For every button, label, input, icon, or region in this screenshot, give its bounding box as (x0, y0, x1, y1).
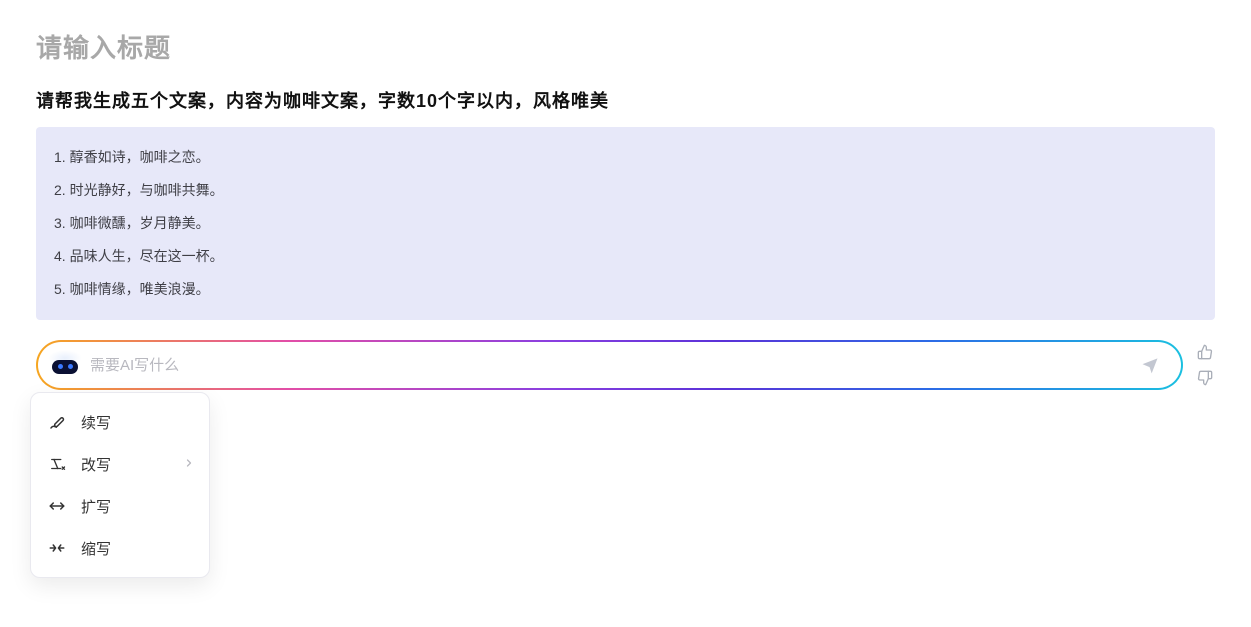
continue-write-icon (47, 412, 67, 432)
thumbs-up-icon (1197, 344, 1213, 360)
menu-label: 缩写 (81, 538, 111, 559)
title-input-placeholder[interactable]: 请输入标题 (36, 28, 1215, 65)
feedback-buttons (1197, 342, 1215, 388)
shorten-icon (47, 538, 67, 558)
send-icon (1140, 355, 1160, 375)
thumbs-up-button[interactable] (1197, 344, 1215, 362)
menu-label: 续写 (81, 412, 111, 433)
thumbs-down-icon (1197, 370, 1213, 386)
menu-label: 扩写 (81, 496, 111, 517)
chevron-right-icon (183, 456, 195, 473)
list-item: 4. 品味人生，尽在这一杯。 (54, 240, 1197, 273)
menu-label: 改写 (81, 454, 111, 475)
ai-input-container (36, 340, 1183, 390)
list-item: 1. 醇香如诗，咖啡之恋。 (54, 141, 1197, 174)
menu-item-rewrite[interactable]: 改写 (35, 443, 205, 485)
list-item: 3. 咖啡微醺，岁月静美。 (54, 207, 1197, 240)
menu-item-expand[interactable]: 扩写 (35, 485, 205, 527)
list-item: 5. 咖啡情缘，唯美浪漫。 (54, 273, 1197, 306)
menu-item-shorten[interactable]: 缩写 (35, 527, 205, 569)
list-item: 2. 时光静好，与咖啡共舞。 (54, 174, 1197, 207)
thumbs-down-button[interactable] (1197, 370, 1215, 388)
ai-prompt-input[interactable] (90, 357, 1127, 374)
menu-item-continue[interactable]: 续写 (35, 401, 205, 443)
expand-icon (47, 496, 67, 516)
user-prompt-text: 请帮我生成五个文案，内容为咖啡文案，字数10个字以内，风格唯美 (36, 87, 1215, 113)
ai-action-menu: 续写 改写 扩写 (30, 392, 210, 578)
rewrite-icon (47, 454, 67, 474)
bot-avatar-icon (50, 354, 80, 376)
send-button[interactable] (1137, 352, 1163, 378)
ai-response-block: 1. 醇香如诗，咖啡之恋。 2. 时光静好，与咖啡共舞。 3. 咖啡微醺，岁月静… (36, 127, 1215, 320)
